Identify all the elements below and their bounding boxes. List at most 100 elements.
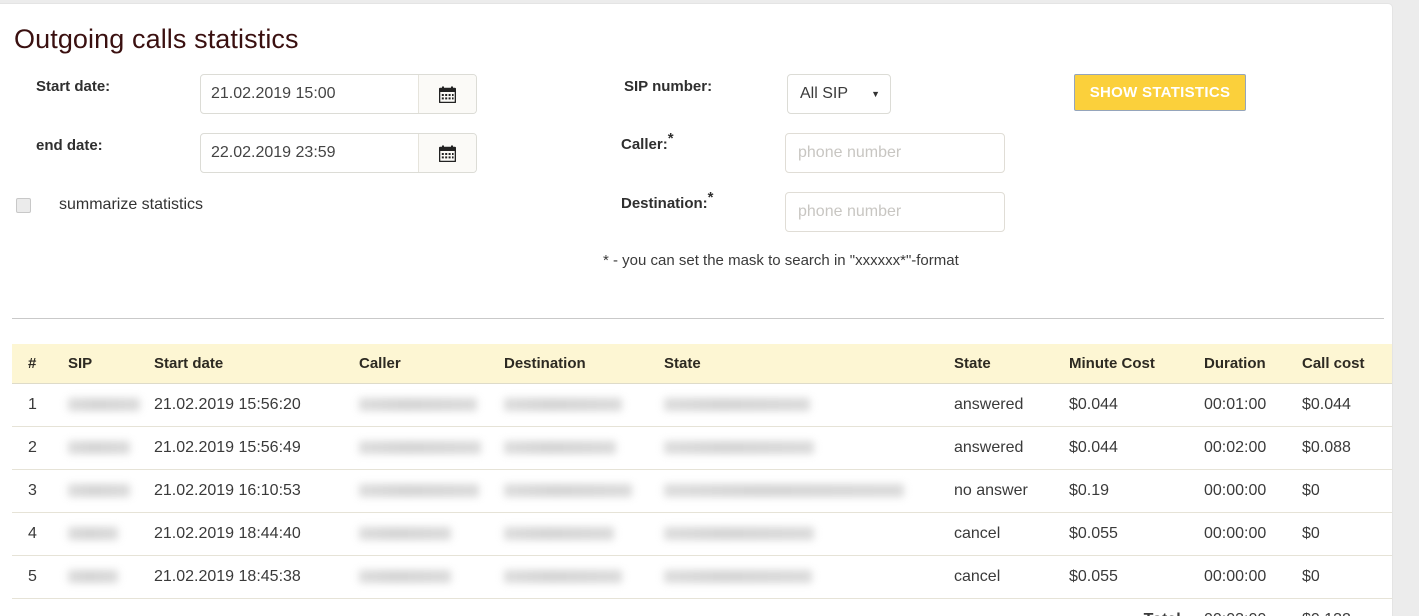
cell-sip: xxxx bbox=[68, 426, 154, 470]
cell-state: no answer bbox=[954, 469, 1069, 513]
section-divider bbox=[12, 318, 1384, 319]
sip-number-select[interactable]: All SIP ▼ bbox=[787, 74, 891, 114]
cell-number: 2 bbox=[12, 426, 68, 470]
cell-caller: xxxxxxx bbox=[359, 555, 504, 599]
table-row[interactable]: 3 xxxx 21.02.2019 16:10:53 xxxxxxxxx xxx… bbox=[12, 469, 1392, 513]
cell-minute-cost: $0.19 bbox=[1069, 469, 1204, 513]
caller-required-mark: * bbox=[667, 130, 674, 147]
column-header-start-date[interactable]: Start date bbox=[154, 344, 359, 384]
cell-duration: 00:01:00 bbox=[1204, 383, 1302, 427]
column-header-duration[interactable]: Duration bbox=[1204, 344, 1302, 384]
cell-minute-cost: $0.055 bbox=[1069, 555, 1204, 599]
total-spacer-state bbox=[954, 599, 1069, 616]
destination-label-text: Destination: bbox=[621, 195, 708, 212]
cell-duration: 00:00:00 bbox=[1204, 469, 1302, 513]
total-spacer-sip bbox=[68, 599, 154, 616]
cell-call-cost: $0 bbox=[1302, 469, 1392, 513]
total-spacer-destination bbox=[504, 599, 664, 616]
cell-number: 3 bbox=[12, 469, 68, 513]
cell-call-cost: $0 bbox=[1302, 555, 1392, 599]
destination-label: Destination:* bbox=[621, 190, 714, 212]
column-header-destination[interactable]: Destination bbox=[504, 344, 664, 384]
calendar-icon bbox=[439, 145, 456, 162]
cell-caller: xxxxxxx bbox=[359, 512, 504, 556]
total-spacer-number bbox=[12, 599, 68, 616]
cell-duration: 00:00:00 bbox=[1204, 512, 1302, 556]
table-row[interactable]: 5 xxx 21.02.2019 18:45:38 xxxxxxx xxxxxx… bbox=[12, 555, 1392, 599]
total-spacer-caller bbox=[359, 599, 504, 616]
caller-label: Caller:* bbox=[621, 131, 674, 153]
caller-label-text: Caller: bbox=[621, 136, 668, 153]
cell-call-cost: $0.088 bbox=[1302, 426, 1392, 470]
cell-state-raw: xxxxxxxxxxx bbox=[664, 426, 954, 470]
table-row[interactable]: 4 xxx 21.02.2019 18:44:40 xxxxxxx xxxxxx… bbox=[12, 512, 1392, 556]
sip-number-label: SIP number: bbox=[624, 78, 713, 95]
end-date-input[interactable] bbox=[201, 134, 418, 172]
total-spacer-state-raw bbox=[664, 599, 954, 616]
cell-state: answered bbox=[954, 383, 1069, 427]
cell-sip: xxxx bbox=[68, 469, 154, 513]
cell-destination: xxxxxxxx bbox=[504, 426, 664, 470]
end-date-calendar-button[interactable] bbox=[418, 134, 476, 172]
page-title: Outgoing calls statistics bbox=[14, 24, 299, 54]
cell-number: 5 bbox=[12, 555, 68, 599]
cell-number: 4 bbox=[12, 512, 68, 556]
cell-destination: xxxxxxxxxx bbox=[504, 469, 664, 513]
cell-state-raw: xxxxxxxxxxx bbox=[664, 383, 954, 427]
table-row[interactable]: 2 xxxx 21.02.2019 15:56:49 xxxxxxxxx xxx… bbox=[12, 426, 1392, 470]
caller-input[interactable] bbox=[785, 133, 1005, 173]
summarize-statistics-checkbox[interactable] bbox=[16, 197, 31, 213]
column-header-state[interactable]: State bbox=[954, 344, 1069, 384]
start-date-label: Start date: bbox=[36, 78, 111, 95]
sip-number-selected-value: All SIP bbox=[800, 85, 849, 102]
mask-format-hint: * - you can set the mask to search in "x… bbox=[603, 252, 959, 269]
column-header-state-raw[interactable]: State bbox=[664, 344, 954, 384]
summarize-statistics-row[interactable]: summarize statistics bbox=[16, 196, 203, 214]
table-total-row: Total: 00:03:00 $0.132 bbox=[12, 599, 1392, 616]
column-header-caller[interactable]: Caller bbox=[359, 344, 504, 384]
calendar-icon bbox=[439, 86, 456, 103]
cell-start-date: 21.02.2019 15:56:20 bbox=[154, 383, 359, 427]
total-spacer-date bbox=[154, 599, 359, 616]
calls-statistics-table: # SIP Start date Caller Destination Stat… bbox=[12, 344, 1392, 616]
cell-sip: xxx bbox=[68, 512, 154, 556]
cell-state-raw: xxxxxxxxxxx bbox=[664, 512, 954, 556]
cell-minute-cost: $0.044 bbox=[1069, 426, 1204, 470]
table-row[interactable]: 1 xxxxx 21.02.2019 15:56:20 xxxxxxxxx xx… bbox=[12, 383, 1392, 427]
cell-duration: 00:00:00 bbox=[1204, 555, 1302, 599]
cell-minute-cost: $0.044 bbox=[1069, 383, 1204, 427]
cell-state: cancel bbox=[954, 512, 1069, 556]
cell-start-date: 21.02.2019 15:56:49 bbox=[154, 426, 359, 470]
total-label: Total: bbox=[1069, 599, 1204, 616]
column-header-minute-cost[interactable]: Minute Cost bbox=[1069, 344, 1204, 384]
cell-destination: xxxxxxxx bbox=[504, 512, 664, 556]
cell-minute-cost: $0.055 bbox=[1069, 512, 1204, 556]
show-statistics-button[interactable]: SHOW STATISTICS bbox=[1074, 74, 1246, 111]
table-header: # SIP Start date Caller Destination Stat… bbox=[12, 344, 1392, 384]
cell-sip: xxx bbox=[68, 555, 154, 599]
table-body: 1 xxxxx 21.02.2019 15:56:20 xxxxxxxxx xx… bbox=[12, 383, 1392, 616]
cell-duration: 00:02:00 bbox=[1204, 426, 1302, 470]
column-header-call-cost[interactable]: Call cost bbox=[1302, 344, 1392, 384]
column-header-sip[interactable]: SIP bbox=[68, 344, 154, 384]
start-date-input[interactable] bbox=[201, 75, 418, 113]
destination-required-mark: * bbox=[707, 189, 714, 206]
cell-state: cancel bbox=[954, 555, 1069, 599]
cell-number: 1 bbox=[12, 383, 68, 427]
total-duration: 00:03:00 bbox=[1204, 599, 1302, 616]
column-header-number[interactable]: # bbox=[12, 344, 68, 384]
summarize-statistics-label: summarize statistics bbox=[59, 196, 204, 213]
start-date-calendar-button[interactable] bbox=[418, 75, 476, 113]
end-date-group bbox=[200, 133, 477, 173]
end-date-label: end date: bbox=[36, 137, 103, 154]
cell-call-cost: $0 bbox=[1302, 512, 1392, 556]
cell-caller: xxxxxxxxx bbox=[359, 469, 504, 513]
cell-start-date: 21.02.2019 18:45:38 bbox=[154, 555, 359, 599]
table-header-row: # SIP Start date Caller Destination Stat… bbox=[12, 344, 1392, 384]
destination-input[interactable] bbox=[785, 192, 1005, 232]
total-call-cost: $0.132 bbox=[1302, 599, 1392, 616]
cell-start-date: 21.02.2019 18:44:40 bbox=[154, 512, 359, 556]
cell-call-cost: $0.044 bbox=[1302, 383, 1392, 427]
cell-destination: xxxxxxxxx bbox=[504, 555, 664, 599]
statistics-page-card: Outgoing calls statistics Start date: 21… bbox=[0, 4, 1392, 616]
